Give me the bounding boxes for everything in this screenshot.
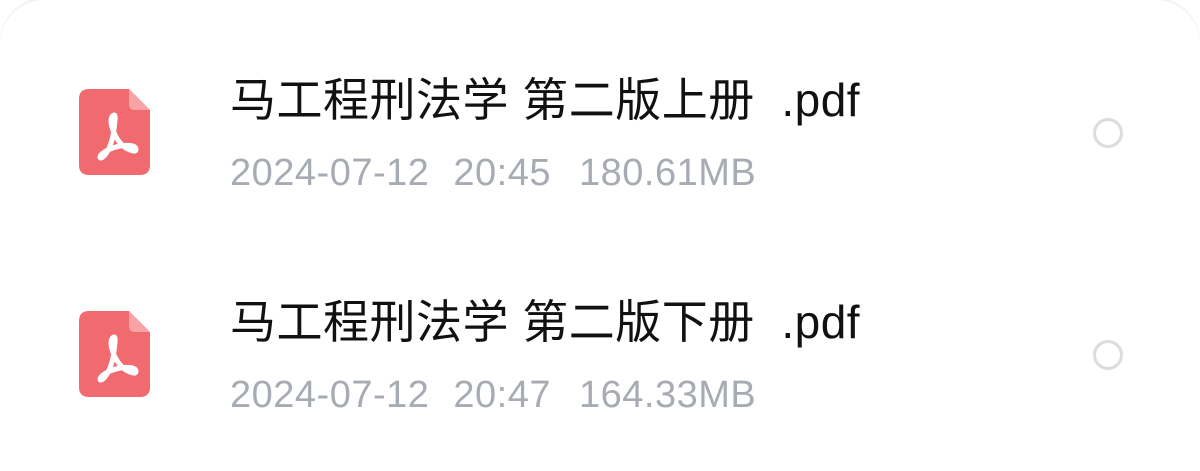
file-size: 180.61MB [578,152,757,194]
file-date: 2024-07-12 [230,374,430,416]
file-time: 20:45 [453,152,551,194]
file-list-sheet: 马工程刑法学 第二版上册 .pdf 2024-07-12 20:45 180.61M… [0,0,1200,471]
file-size: 164.33MB [578,374,757,416]
file-date: 2024-07-12 [230,152,430,194]
pdf-file-icon [79,311,150,397]
pdf-file-icon [79,89,150,175]
file-meta: 2024-07-12 20:47 164.33MB [230,372,756,418]
select-radio-button[interactable] [1093,118,1123,148]
file-meta: 2024-07-12 20:45 180.61MB [230,150,756,196]
file-list-item[interactable]: 马工程刑法学 第二版下册 .pdf 2024-07-12 20:47 164.33M… [0,262,1200,452]
file-name: 马工程刑法学 第二版上册 .pdf [230,74,861,126]
select-radio-button[interactable] [1093,340,1123,370]
file-list-item[interactable]: 马工程刑法学 第二版上册 .pdf 2024-07-12 20:45 180.61M… [0,40,1200,230]
file-time: 20:47 [453,374,551,416]
file-name: 马工程刑法学 第二版下册 .pdf [230,296,861,348]
